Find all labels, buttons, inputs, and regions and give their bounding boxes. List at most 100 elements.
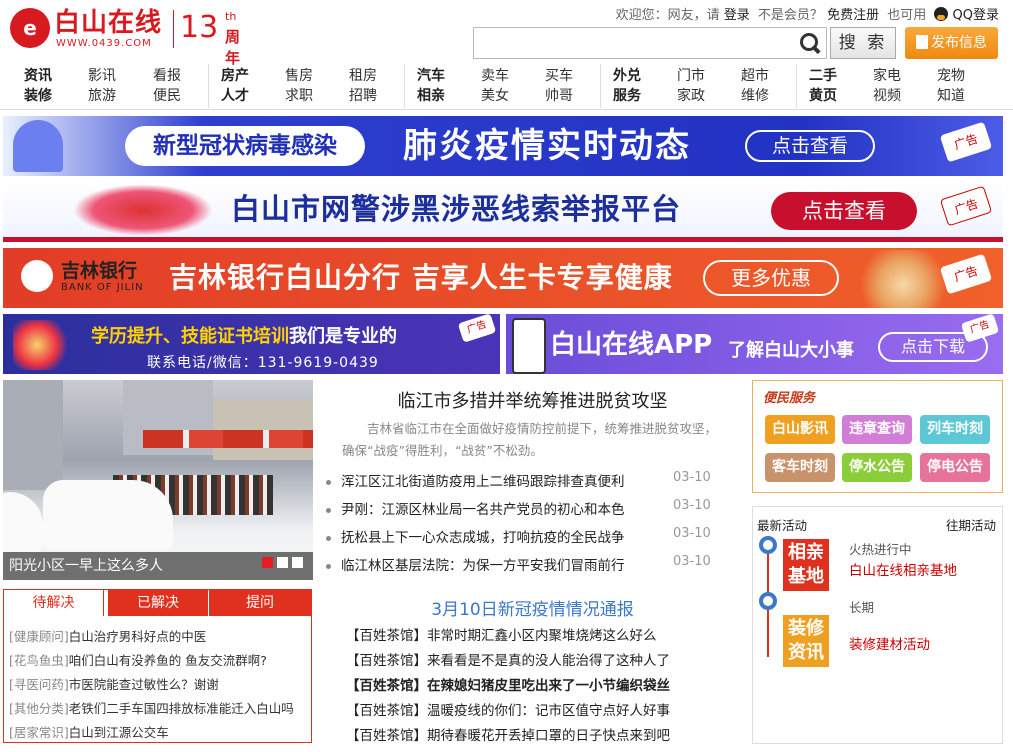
covid-report-link[interactable]: 3月10日新冠疫情情况通报 [320,595,745,620]
teahouse-item[interactable]: 【百姓茶馆】期待春暖花开丢掉口罩的日子快点来到吧 [346,724,670,744]
nav-item[interactable]: 知道 [937,86,965,106]
service-train-button[interactable]: 列车时刻 [920,415,990,444]
ad-button[interactable]: 更多优惠 [703,260,839,296]
service-violation-button[interactable]: 违章查询 [842,415,912,444]
service-bus-button[interactable]: 客车时刻 [765,453,835,482]
qa-item[interactable]: [居家常识]白山到江源公交车 [9,722,169,741]
news-item[interactable]: 尹刚：江源区林业局一名共产党员的初心和本色 03-10 [326,498,726,518]
news-title[interactable]: 临江林区基层法院：为保一方平安我们冒雨前行 [341,558,625,574]
ad-banner-epidemic[interactable]: 新型冠状病毒感染 肺炎疫情实时动态 点击查看 广告 [3,116,1003,176]
service-movie-button[interactable]: 白山影讯 [765,415,835,444]
tab-solved[interactable]: 已解决 [108,590,208,616]
qa-item[interactable]: [其他分类]老铁们二手车国四排放标准能迁入白山吗 [9,698,294,717]
search-icon[interactable] [800,33,820,53]
bank-logo-icon [21,260,53,292]
shop-signs [143,430,313,448]
news-item[interactable]: 临江林区基层法院：为保一方平安我们冒雨前行 03-10 [326,554,726,574]
site-logo[interactable]: e 白山在线 WWW.0439.COM 13 th 周年 [10,8,250,67]
nav-item[interactable]: 买车 [545,66,573,86]
nav-item[interactable]: 相亲 [417,86,445,106]
tab-unsolved[interactable]: 待解决 [4,590,104,616]
register-link[interactable]: 免费注册 [827,8,879,23]
activity-decoration-tile[interactable]: 装修资讯 [783,615,829,667]
nav-item[interactable]: 装修 [24,86,52,106]
latest-activities-label[interactable]: 最新活动 [757,515,807,534]
service-water-button[interactable]: 停水公告 [842,453,912,482]
search-input[interactable] [473,27,827,59]
nav-item[interactable]: 超市 [741,66,769,86]
nav-item[interactable]: 汽车 [417,66,445,86]
qa-question[interactable]: 老铁们二手车国四排放标准能迁入白山吗 [69,701,294,716]
news-title[interactable]: 抚松县上下一心众志成城，打响抗疫的全民战争 [341,530,625,546]
news-title[interactable]: 浑江区江北街道防疫用上二维码跟踪排查真便利 [341,474,625,490]
news-item[interactable]: 浑江区江北街道防疫用上二维码跟踪排查真便利 03-10 [326,470,726,490]
nav-item[interactable]: 宠物 [937,66,965,86]
ad-banner-app[interactable]: 白山在线APP 了解白山大小事 点击下载 广告 [506,313,1003,374]
ad-banner-education[interactable]: 学历提升、技能证书培训我们是专业的 联系电话/微信：131-9619-0439 … [3,313,500,374]
qa-item[interactable]: [花鸟鱼虫]咱们白山有没养鱼的 鱼友交流群啊? [9,650,267,669]
tab-ask[interactable]: 提问 [209,590,311,616]
nav-item[interactable]: 租房 [349,66,377,86]
teahouse-item[interactable]: 【百姓茶馆】来看看是不是真的没人能治得了这种人了 [346,649,670,669]
activity-name-link[interactable]: 装修建材活动 [849,633,930,653]
news-title[interactable]: 尹刚：江源区林业局一名共产党员的初心和本色 [341,502,625,518]
login-link[interactable]: 登录 [724,8,750,23]
qa-question[interactable]: 白山治疗男科好点的中医 [69,629,207,644]
qa-item[interactable]: [健康顾问]白山治疗男科好点的中医 [9,626,206,645]
nav-item[interactable]: 门市 [677,66,705,86]
nav-item[interactable]: 招聘 [349,86,377,106]
nav-item[interactable]: 旅游 [88,86,116,106]
qa-question[interactable]: 咱们白山有没养鱼的 鱼友交流群啊? [69,653,267,668]
teahouse-item[interactable]: 【百姓茶馆】温暖疫线的你们：记市区值守点好人好事 [346,699,670,719]
photo-slider[interactable]: 阳光小区一早上这么多人 [3,380,313,580]
headline-title[interactable]: 临江市多措并举统筹推进脱贫攻坚 [320,387,745,413]
slider-dot[interactable] [277,557,288,568]
qa-category[interactable]: [花鸟鱼虫] [9,653,69,668]
nav-item[interactable]: 视频 [873,86,901,106]
nav-item[interactable]: 看报 [153,66,181,86]
service-power-button[interactable]: 停电公告 [920,453,990,482]
nav-item[interactable]: 影讯 [88,66,116,86]
qq-login-link[interactable]: QQ登录 [953,8,999,23]
ad-button[interactable]: 点击查看 [745,130,875,162]
nav-item[interactable]: 便民 [153,86,181,106]
qa-category[interactable]: [健康顾问] [9,629,69,644]
post-info-button[interactable]: 发布信息 [905,27,998,59]
nav-item[interactable]: 求职 [285,86,313,106]
nav-item[interactable]: 人才 [221,86,249,106]
qa-question[interactable]: 市医院能查过敏性么？谢谢 [69,677,219,692]
nav-item[interactable]: 资讯 [24,66,52,86]
nav-item[interactable]: 美女 [481,86,509,106]
nav-item[interactable]: 黄页 [809,86,837,106]
search-button[interactable]: 搜 索 [830,27,896,59]
nav-item[interactable]: 卖车 [481,66,509,86]
nav-item[interactable]: 家政 [677,86,705,106]
past-activities-link[interactable]: 往期活动 [946,515,996,534]
qa-category[interactable]: [寻医问药] [9,677,69,692]
slider-dot[interactable] [292,557,303,568]
nav-item[interactable]: 服务 [613,86,641,106]
ad-title: 白山市网警涉黑涉恶线索举报平台 [231,192,682,226]
ad-button[interactable]: 点击查看 [771,192,917,230]
nav-item[interactable]: 帅哥 [545,86,573,106]
qa-item[interactable]: [寻医问药]市医院能查过敏性么？谢谢 [9,674,219,693]
ad-banner-police[interactable]: 白山市网警涉黑涉恶线索举报平台 点击查看 广告 [3,182,1003,242]
qa-category[interactable]: [居家常识] [9,725,69,740]
news-item[interactable]: 抚松县上下一心众志成城，打响抗疫的全民战争 03-10 [326,526,726,546]
nav-item[interactable]: 售房 [285,66,313,86]
slider-dot[interactable] [262,557,273,568]
qq-icon[interactable] [934,7,949,21]
nav-item[interactable]: 二手 [809,66,837,86]
nav-item[interactable]: 家电 [873,66,901,86]
nav-item[interactable]: 外兑 [613,66,641,86]
qa-question[interactable]: 白山到江源公交车 [69,725,169,740]
teahouse-item[interactable]: 【百姓茶馆】在辣媳妇猪皮里吃出来了一小节编织袋丝 [346,674,670,694]
activity-dating-tile[interactable]: 相亲基地 [783,539,829,591]
nav-item[interactable]: 维修 [741,86,769,106]
ad-banner-bank[interactable]: 吉林银行 BANK OF JILIN 吉林银行白山分行 吉享人生卡专享健康 更多… [3,248,1003,308]
nav-item[interactable]: 房产 [221,66,249,86]
qa-category[interactable]: [其他分类] [9,701,69,716]
activity-name-link[interactable]: 白山在线相亲基地 [849,559,957,579]
page: e 白山在线 WWW.0439.COM 13 th 周年 欢迎您：网友，请 登录… [0,0,1013,752]
teahouse-item[interactable]: 【百姓茶馆】非常时期汇鑫小区内聚堆烧烤这么好么 [346,624,657,644]
